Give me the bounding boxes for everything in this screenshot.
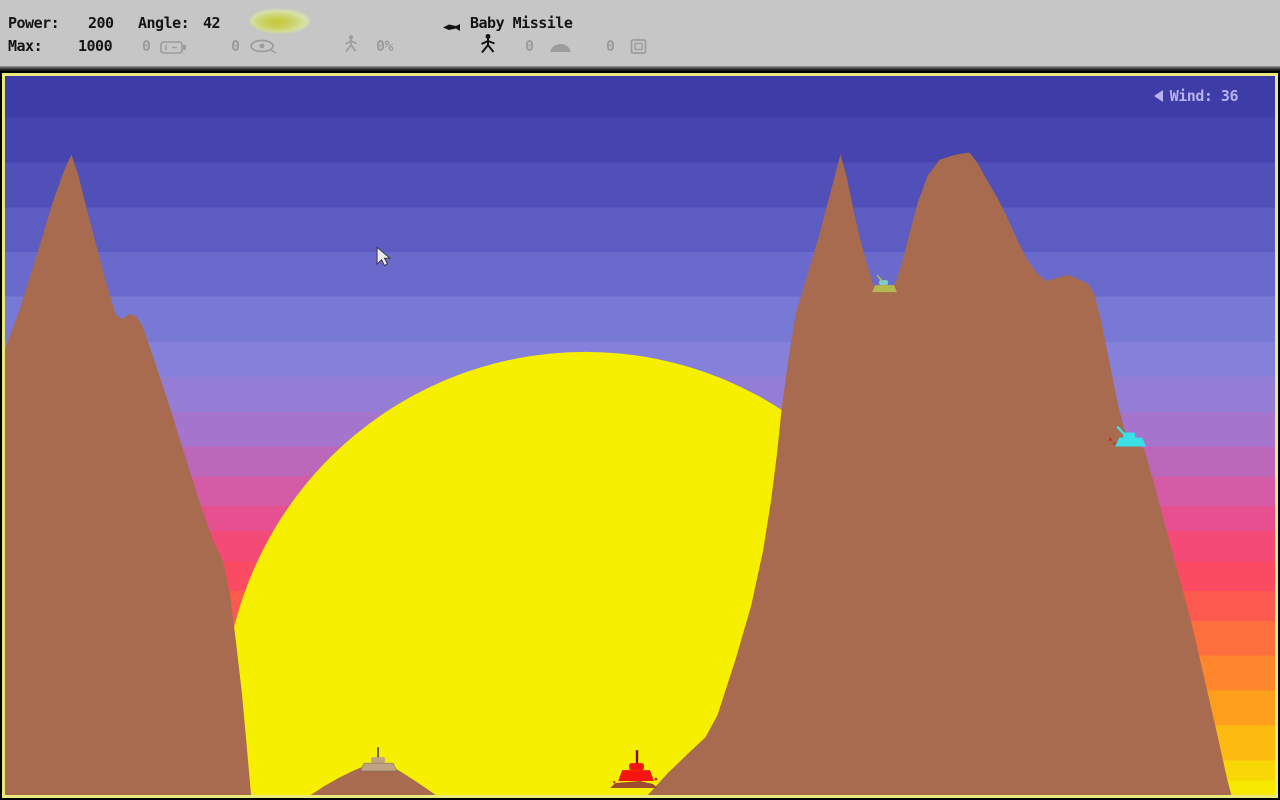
- left-mountain: [5, 155, 251, 795]
- playfield-frame: Wind: 36: [0, 71, 1280, 800]
- wind-indicator: Wind: 36: [1154, 87, 1238, 105]
- parachute-count: 0: [525, 37, 534, 55]
- max-label: Max:: [8, 37, 42, 55]
- toolbar: Power: 200 Angle: 42 Baby Missile Max: 1…: [0, 0, 1280, 66]
- playfield-canvas[interactable]: Wind: 36: [5, 76, 1275, 795]
- weapon-name[interactable]: Baby Missile: [470, 14, 572, 32]
- mouse-cursor: [377, 247, 390, 265]
- tank-preview-blob: [250, 9, 310, 33]
- angle-label: Angle:: [138, 14, 189, 32]
- missile-icon: [443, 17, 461, 36]
- walker-gray-icon: [342, 34, 360, 58]
- power-value[interactable]: 200: [88, 14, 114, 32]
- walker-active-icon: [478, 33, 498, 59]
- eye-count: 0: [231, 37, 240, 55]
- eye-icon: [248, 38, 279, 59]
- power-label: Power:: [8, 14, 59, 32]
- max-value: 1000: [78, 37, 112, 55]
- wind-direction-icon: [1154, 90, 1163, 102]
- walk-percent: 0%: [376, 37, 393, 55]
- playfield-border: Wind: 36: [2, 73, 1278, 798]
- wind-text: Wind: 36: [1170, 87, 1238, 105]
- tank-green: [872, 275, 897, 292]
- box-icon: [630, 38, 649, 59]
- box-count: 0: [606, 37, 615, 55]
- angle-value[interactable]: 42: [203, 14, 220, 32]
- parachute-icon: [548, 40, 573, 59]
- battery-count: 0: [142, 37, 151, 55]
- battery-icon: [160, 39, 187, 59]
